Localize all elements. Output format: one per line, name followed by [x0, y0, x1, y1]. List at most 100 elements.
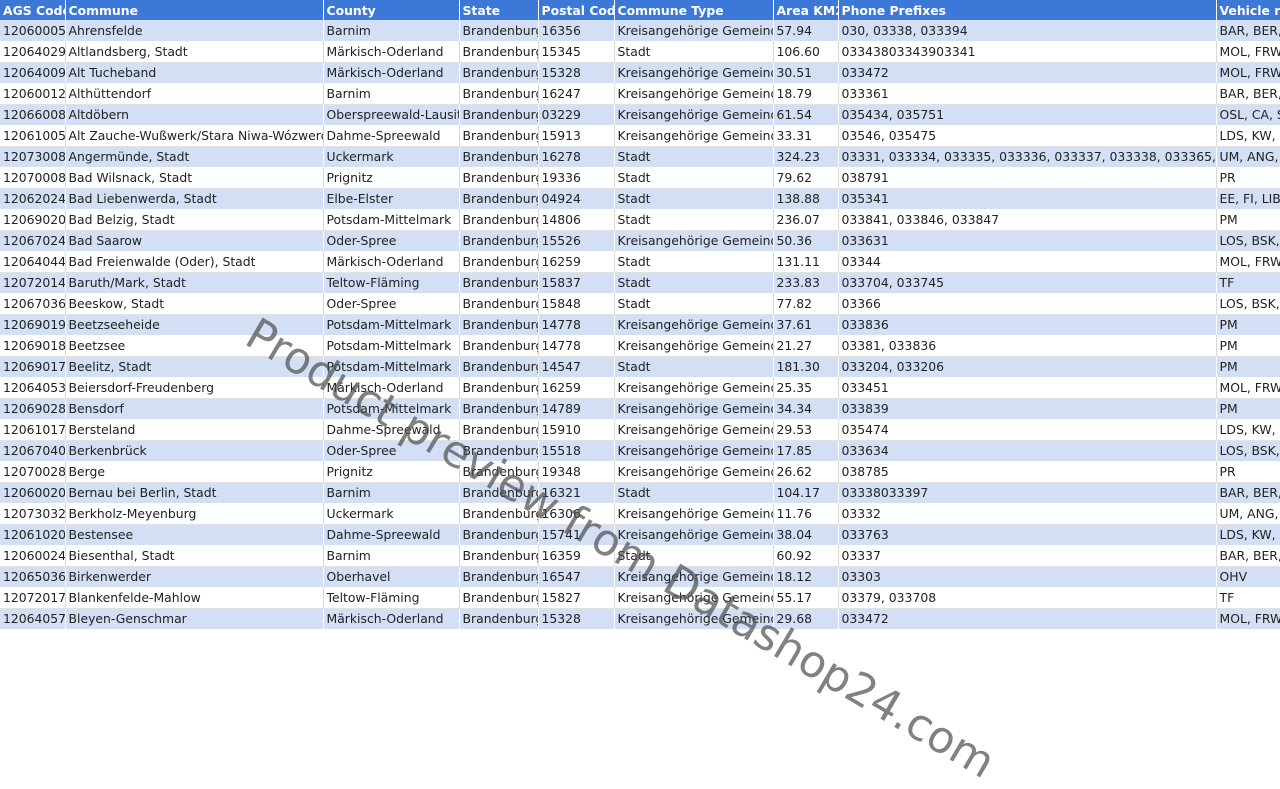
phone-prefixes-cell[interactable]: 03303 — [838, 566, 1217, 587]
table-row[interactable]: 12064044 Bad Freienwalde (Oder), Stadt Mär… — [0, 251, 1280, 273]
state-cell[interactable]: Brandenburg — [459, 20, 539, 41]
commune-cell[interactable]: Beeskow, Stadt — [65, 293, 324, 315]
vehicle-registration-cell[interactable]: LOS, BSK, — [1216, 293, 1280, 315]
commune-type-cell[interactable]: Stadt — [614, 356, 774, 377]
commune-cell[interactable]: Bleyen-Genschmar — [65, 608, 324, 629]
phone-prefixes-cell[interactable]: 03546, 035475 — [838, 125, 1217, 147]
commune-cell[interactable]: Bad Freienwalde (Oder), Stadt — [65, 251, 324, 273]
commune-type-cell[interactable]: Kreisangehörige Gemeinde — [614, 587, 774, 609]
county-cell[interactable]: Oder-Spree — [323, 440, 460, 461]
vehicle-registration-cell[interactable]: BAR, BER, — [1216, 482, 1280, 503]
vehicle-registration-cell[interactable]: MOL, FRW — [1216, 62, 1280, 83]
vehicle-registration-cell[interactable]: MOL, FRW — [1216, 251, 1280, 273]
ags-code-cell[interactable]: 12064057 — [0, 608, 66, 629]
commune-type-cell[interactable]: Kreisangehörige Gemeinde — [614, 335, 774, 357]
county-cell[interactable]: Barnim — [323, 545, 460, 567]
ags-code-cell[interactable]: 12065036 — [0, 566, 66, 587]
area-cell[interactable]: 33.31 — [773, 125, 839, 147]
postal-code-cell[interactable]: 16321 — [538, 482, 615, 503]
table-row[interactable]: 12064029 Altlandsberg, Stadt Märkisch-Oder… — [0, 41, 1280, 63]
phone-prefixes-cell[interactable]: 033631 — [838, 230, 1217, 251]
table-row[interactable]: 12069018 Beetzsee Potsdam-Mittelmark Brande… — [0, 335, 1280, 357]
state-cell[interactable]: Brandenburg — [459, 461, 539, 483]
ags-code-cell[interactable]: 12064044 — [0, 251, 66, 273]
phone-prefixes-cell[interactable]: 03331, 033334, 033335, 033336, 033337, 0… — [838, 146, 1217, 167]
ags-code-cell[interactable]: 12067040 — [0, 440, 66, 461]
state-cell[interactable]: Brandenburg — [459, 566, 539, 587]
postal-code-cell[interactable]: 16259 — [538, 377, 615, 399]
postal-code-cell[interactable]: 15848 — [538, 293, 615, 315]
table-row[interactable]: 12064009 Alt Tucheband Märkisch-Oderland Br… — [0, 62, 1280, 83]
commune-cell[interactable]: Bad Saarow — [65, 230, 324, 251]
postal-code-cell[interactable]: 04924 — [538, 188, 615, 209]
commune-cell[interactable]: Berkholz-Meyenburg — [65, 503, 324, 525]
county-cell[interactable]: Elbe-Elster — [323, 188, 460, 209]
state-cell[interactable]: Brandenburg — [459, 272, 539, 293]
area-cell[interactable]: 34.34 — [773, 398, 839, 419]
state-cell[interactable]: Brandenburg — [459, 209, 539, 231]
table-row[interactable]: 12061017 Bersteland Dahme-Spreewald Branden… — [0, 419, 1280, 441]
area-cell[interactable]: 61.54 — [773, 104, 839, 125]
commune-type-cell[interactable]: Stadt — [614, 41, 774, 63]
area-cell[interactable]: 26.62 — [773, 461, 839, 483]
county-cell[interactable]: Uckermark — [323, 146, 460, 167]
vehicle-registration-cell[interactable]: OSL, CA, S — [1216, 104, 1280, 125]
phone-prefixes-cell[interactable]: 033634 — [838, 440, 1217, 461]
commune-type-cell[interactable]: Kreisangehörige Gemeinde — [614, 461, 774, 483]
state-cell[interactable]: Brandenburg — [459, 62, 539, 83]
col-header-commune-type[interactable]: Commune Type — [614, 0, 774, 20]
phone-prefixes-cell[interactable]: 035341 — [838, 188, 1217, 209]
area-cell[interactable]: 50.36 — [773, 230, 839, 251]
phone-prefixes-cell[interactable]: 03381, 033836 — [838, 335, 1217, 357]
commune-type-cell[interactable]: Stadt — [614, 167, 774, 189]
table-row[interactable]: 12073008 Angermünde, Stadt Uckermark Brande… — [0, 146, 1280, 167]
postal-code-cell[interactable]: 16547 — [538, 566, 615, 587]
state-cell[interactable]: Brandenburg — [459, 335, 539, 357]
ags-code-cell[interactable]: 12064053 — [0, 377, 66, 399]
area-cell[interactable]: 17.85 — [773, 440, 839, 461]
county-cell[interactable]: Teltow-Fläming — [323, 272, 460, 293]
ags-code-cell[interactable]: 12060005 — [0, 20, 66, 41]
phone-prefixes-cell[interactable]: 033472 — [838, 62, 1217, 83]
vehicle-registration-cell[interactable]: PR — [1216, 167, 1280, 189]
phone-prefixes-cell[interactable]: 035474 — [838, 419, 1217, 441]
vehicle-registration-cell[interactable]: LDS, KW, L — [1216, 524, 1280, 545]
ags-code-cell[interactable]: 12064029 — [0, 41, 66, 63]
postal-code-cell[interactable]: 16259 — [538, 251, 615, 273]
postal-code-cell[interactable]: 16306 — [538, 503, 615, 525]
area-cell[interactable]: 37.61 — [773, 314, 839, 335]
vehicle-registration-cell[interactable]: BAR, BER, — [1216, 545, 1280, 567]
ags-code-cell[interactable]: 12067024 — [0, 230, 66, 251]
ags-code-cell[interactable]: 12060020 — [0, 482, 66, 503]
ags-code-cell[interactable]: 12072014 — [0, 272, 66, 293]
county-cell[interactable]: Potsdam-Mittelmark — [323, 209, 460, 231]
commune-type-cell[interactable]: Kreisangehörige Gemeinde — [614, 398, 774, 419]
col-header-vehicle-registration[interactable]: Vehicle re — [1216, 0, 1280, 20]
commune-type-cell[interactable]: Kreisangehörige Gemeinde — [614, 608, 774, 629]
postal-code-cell[interactable]: 15328 — [538, 62, 615, 83]
commune-type-cell[interactable]: Stadt — [614, 251, 774, 273]
commune-cell[interactable]: Alt Tucheband — [65, 62, 324, 83]
commune-type-cell[interactable]: Stadt — [614, 188, 774, 209]
state-cell[interactable]: Brandenburg — [459, 398, 539, 419]
phone-prefixes-cell[interactable]: 033836 — [838, 314, 1217, 335]
commune-type-cell[interactable]: Kreisangehörige Gemeinde — [614, 440, 774, 461]
county-cell[interactable]: Märkisch-Oderland — [323, 41, 460, 63]
ags-code-cell[interactable]: 12070028 — [0, 461, 66, 483]
commune-type-cell[interactable]: Stadt — [614, 545, 774, 567]
ags-code-cell[interactable]: 12070008 — [0, 167, 66, 189]
state-cell[interactable]: Brandenburg — [459, 230, 539, 251]
state-cell[interactable]: Brandenburg — [459, 146, 539, 167]
commune-cell[interactable]: Ahrensfelde — [65, 20, 324, 41]
table-row[interactable]: 12060020 Bernau bei Berlin, Stadt Barnim Br… — [0, 482, 1280, 503]
commune-type-cell[interactable]: Kreisangehörige Gemeinde — [614, 230, 774, 251]
commune-cell[interactable]: Bensdorf — [65, 398, 324, 419]
phone-prefixes-cell[interactable]: 03332 — [838, 503, 1217, 525]
commune-cell[interactable]: Beelitz, Stadt — [65, 356, 324, 377]
table-row[interactable]: 12060005 Ahrensfelde Barnim Brandenburg 1635… — [0, 20, 1280, 41]
postal-code-cell[interactable]: 19348 — [538, 461, 615, 483]
postal-code-cell[interactable]: 14806 — [538, 209, 615, 231]
postal-code-cell[interactable]: 16359 — [538, 545, 615, 567]
state-cell[interactable]: Brandenburg — [459, 167, 539, 189]
state-cell[interactable]: Brandenburg — [459, 251, 539, 273]
